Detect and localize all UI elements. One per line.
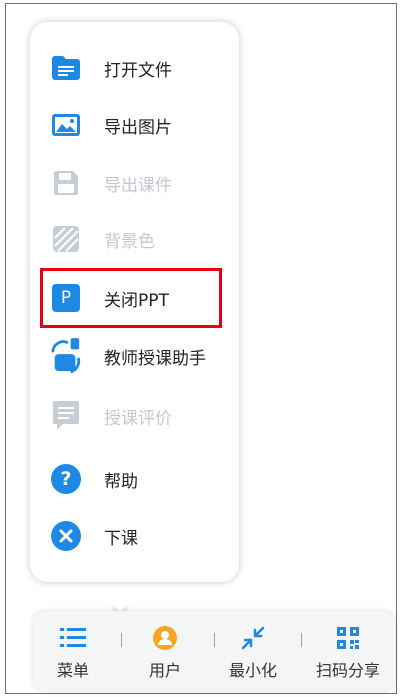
menu-item-help[interactable]: ? 帮助: [50, 459, 240, 499]
menu-item-label: 打开文件: [104, 60, 172, 81]
qr-code-icon: [335, 625, 361, 651]
menu-item-lesson-evaluation[interactable]: 授课评价: [50, 396, 240, 436]
menu-item-open-file[interactable]: 打开文件: [50, 48, 240, 88]
menu-item-export-image[interactable]: 导出图片: [50, 105, 240, 145]
help-icon-glyph: ?: [51, 464, 81, 494]
highlight-box: [40, 268, 222, 328]
toolbar-menu-button[interactable]: 菜单: [41, 619, 105, 685]
background-pattern-icon: [50, 223, 82, 255]
help-icon: ?: [50, 463, 82, 495]
menu-item-end-class[interactable]: 下课: [50, 516, 240, 556]
menu-item-label: 下课: [104, 528, 138, 549]
toolbar-label: 菜单: [56, 661, 89, 680]
toolbar-label: 扫码分享: [315, 661, 380, 680]
menu-item-label: 导出课件: [104, 175, 172, 196]
menu-item-export-courseware[interactable]: 导出课件: [50, 163, 240, 203]
toolbar-divider: [301, 633, 302, 647]
teaching-assistant-icon: [50, 338, 82, 374]
bottom-toolbar: 菜单 用户 最小化 扫码分享: [33, 611, 395, 691]
user-icon: [152, 625, 178, 651]
toolbar-label: 用户: [148, 661, 181, 680]
close-circle-icon: [50, 520, 82, 552]
menu-list-icon: [60, 625, 86, 651]
toolbar-divider: [214, 633, 215, 647]
toolbar-qr-share-button[interactable]: 扫码分享: [308, 619, 388, 685]
toolbar-label: 最小化: [228, 661, 277, 680]
menu-item-background-color[interactable]: 背景色: [50, 219, 240, 259]
menu-item-label: 背景色: [104, 231, 155, 252]
menu-item-label: 教师授课助手: [104, 348, 206, 369]
minimize-icon: [240, 625, 266, 651]
toolbar-minimize-button[interactable]: 最小化: [221, 619, 285, 685]
save-icon: [50, 167, 82, 199]
menu-item-teaching-assistant[interactable]: 教师授课助手: [50, 336, 240, 376]
toolbar-divider: [121, 633, 122, 647]
folder-icon: [50, 52, 82, 84]
menu-item-label: 授课评价: [104, 408, 172, 429]
comment-icon: [50, 400, 82, 432]
menu-item-label: 帮助: [104, 471, 138, 492]
toolbar-user-button[interactable]: 用户: [133, 619, 197, 685]
image-icon: [50, 109, 82, 141]
menu-item-label: 导出图片: [104, 117, 172, 138]
